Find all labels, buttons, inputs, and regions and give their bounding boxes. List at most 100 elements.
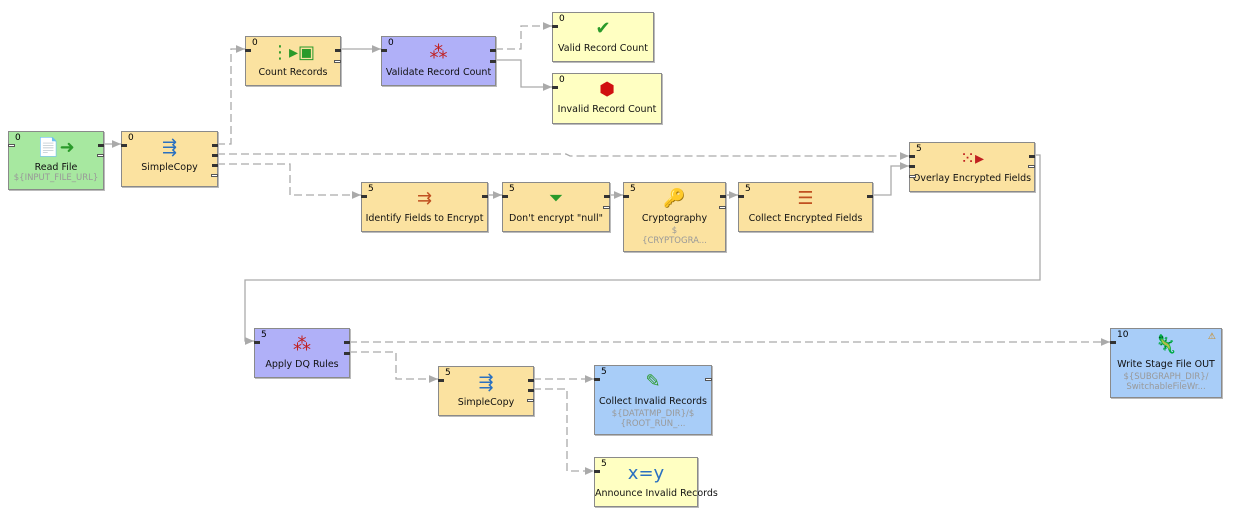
port[interactable] [490, 60, 496, 63]
phase-label: 5 [745, 184, 751, 194]
port[interactable] [502, 195, 508, 198]
phase-label: 5 [601, 459, 607, 469]
port[interactable] [594, 470, 600, 473]
port[interactable] [344, 352, 350, 355]
node-label: Write Stage File OUT [1117, 359, 1215, 370]
node-apply-dq-rules[interactable]: 5 ⁂ Apply DQ Rules [254, 328, 350, 378]
phase-label: 0 [15, 133, 21, 143]
port[interactable] [344, 341, 350, 344]
node-label: SimpleCopy [141, 162, 198, 173]
port[interactable] [381, 49, 387, 52]
port[interactable] [212, 154, 218, 157]
node-label: Overlay Encrypted Fields [912, 173, 1032, 184]
port[interactable] [867, 195, 873, 198]
port[interactable] [212, 164, 218, 167]
port[interactable] [604, 195, 610, 198]
node-dont-encrypt-null[interactable]: 5 ⏷ Don't encrypt "null" [502, 182, 610, 232]
port[interactable] [720, 195, 726, 198]
port[interactable] [254, 341, 260, 344]
port[interactable] [211, 174, 218, 177]
port[interactable] [245, 49, 251, 52]
phase-label: 5 [916, 144, 922, 154]
port[interactable] [552, 86, 558, 89]
phase-label: 5 [601, 367, 607, 377]
port[interactable] [623, 195, 629, 198]
phase-label: 5 [261, 330, 267, 340]
node-valid-record-count[interactable]: 0 ✔ Valid Record Count [552, 12, 654, 62]
port[interactable] [334, 60, 341, 63]
phase-label: 0 [388, 38, 394, 48]
port[interactable] [8, 144, 15, 147]
node-simple-copy-1[interactable]: 0 ⇶ SimpleCopy [121, 131, 218, 187]
edge [217, 45, 245, 145]
node-overlay-encrypted[interactable]: 5 ⁙▸ Overlay Encrypted Fields [909, 142, 1035, 192]
edge [349, 351, 438, 383]
port[interactable] [719, 206, 726, 209]
node-count-records[interactable]: 0 ⋮▸▣ Count Records [245, 36, 341, 86]
node-label: Don't encrypt "null" [509, 213, 603, 224]
node-validate-record-count[interactable]: 0 ⁂ Validate Record Count [381, 36, 496, 86]
port[interactable] [438, 379, 444, 382]
phase-label: 5 [445, 368, 451, 378]
node-label: Validate Record Count [385, 67, 492, 78]
edge [495, 59, 552, 91]
port[interactable] [97, 154, 104, 157]
xls-writer-icon: ✎ [645, 371, 661, 392]
node-write-stage-file[interactable]: 10 ⚠ 🦎 Write Stage File OUT ${SUBGRAPH_D… [1110, 328, 1222, 398]
edge [533, 388, 594, 475]
node-subtitle: ${SUBGRAPH_DIR}/ [1123, 372, 1209, 382]
copy-arrows-icon: ⇶ [161, 137, 178, 158]
port[interactable] [482, 195, 488, 198]
node-simple-copy-2[interactable]: 5 ⇶ SimpleCopy [438, 366, 534, 416]
node-subtitle: ${INPUT_FILE_URL} [13, 173, 99, 183]
node-collect-encrypted[interactable]: 5 ☰ Collect Encrypted Fields [738, 182, 873, 232]
file-reader-icon: 📄➜ [37, 137, 75, 158]
port[interactable] [1028, 165, 1035, 168]
node-cryptography[interactable]: 5 🔑 Cryptography $ {CRYPTOGRA... [623, 182, 726, 252]
port[interactable] [121, 144, 127, 147]
node-subtitle: {ROOT_RUN_... [620, 419, 686, 429]
join-icon: ⁙▸ [959, 148, 985, 169]
port[interactable] [528, 389, 534, 392]
port[interactable] [603, 206, 610, 209]
validator-icon: ⁂ [293, 334, 311, 355]
error-icon: ⬢ [599, 79, 615, 100]
port[interactable] [594, 378, 600, 381]
node-announce-invalid[interactable]: 5 x=y Announce Invalid Records [594, 457, 718, 507]
node-identify-fields[interactable]: 5 ⇉ Identify Fields to Encrypt [361, 182, 488, 232]
port[interactable] [738, 195, 744, 198]
aggregate-icon: ⋮▸▣ [270, 42, 316, 63]
edge [495, 22, 552, 50]
edge [217, 152, 909, 160]
port[interactable] [705, 378, 712, 381]
phase-label: 0 [559, 14, 565, 24]
node-label: Announce Invalid Records [595, 488, 718, 499]
port[interactable] [212, 144, 218, 147]
port[interactable] [490, 49, 496, 52]
warning-icon[interactable]: ⚠ [1208, 332, 1216, 342]
port[interactable] [361, 195, 367, 198]
port[interactable] [335, 49, 341, 52]
phase-label: 0 [128, 133, 134, 143]
node-label: Read File [34, 162, 78, 173]
node-collect-invalid[interactable]: 5 ✎ Collect Invalid Records ${DATATMP_DI… [594, 365, 712, 435]
node-label: Count Records [258, 67, 328, 78]
port[interactable] [528, 379, 534, 382]
port[interactable] [1029, 155, 1035, 158]
port[interactable] [909, 175, 916, 178]
port[interactable] [552, 25, 558, 28]
port[interactable] [98, 144, 104, 147]
phase-label: 5 [368, 184, 374, 194]
edge [217, 163, 361, 199]
port[interactable] [527, 399, 534, 402]
node-read-file[interactable]: 0 📄➜ Read File ${INPUT_FILE_URL} [8, 131, 104, 190]
node-invalid-record-count[interactable]: 0 ⬢ Invalid Record Count [552, 73, 662, 124]
node-label: Invalid Record Count [557, 104, 657, 115]
edge [872, 162, 909, 196]
filter-icon: ⏷ [548, 188, 564, 209]
phase-label: 5 [509, 184, 515, 194]
node-label: Cryptography [641, 213, 708, 224]
port[interactable] [909, 155, 915, 158]
port[interactable] [909, 165, 915, 168]
port[interactable] [1110, 341, 1116, 344]
